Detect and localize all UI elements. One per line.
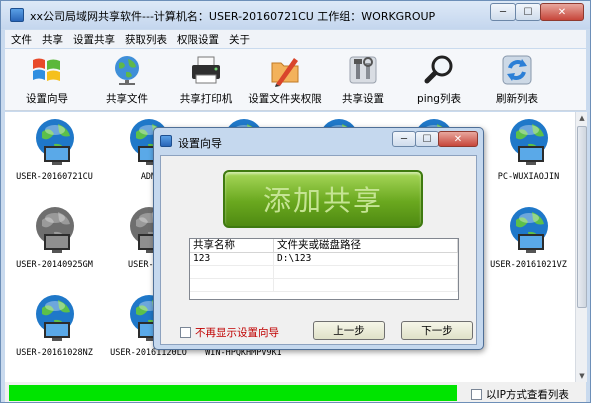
toolbar-label: 共享设置 xyxy=(342,93,384,105)
computer-label: USER-20140925GM xyxy=(16,260,93,270)
progress-bar xyxy=(9,385,457,401)
computer-online-icon xyxy=(30,292,80,344)
dialog-body: 添加共享 共享名称 文件夹或磁盘路径 123 D:\123 不再显示设置向导 上… xyxy=(160,155,477,345)
vertical-scrollbar[interactable]: ▲ ▼ xyxy=(575,112,587,382)
computer-label: USER-20161021VZ xyxy=(490,260,567,270)
toolbar-label: 设置向导 xyxy=(26,93,68,105)
computer-item[interactable]: USER-20160721CU xyxy=(7,116,102,182)
header-folder-path[interactable]: 文件夹或磁盘路径 xyxy=(274,239,458,252)
share-file-tool-button[interactable]: 共享文件 xyxy=(97,51,157,109)
dialog-close-button[interactable]: ✕ xyxy=(438,131,478,147)
table-header: 共享名称 文件夹或磁盘路径 xyxy=(190,239,458,253)
globe-icon xyxy=(110,53,144,87)
no-show-checkbox[interactable]: 不再显示设置向导 xyxy=(180,325,279,340)
ip-view-label: 以IP方式查看列表 xyxy=(486,389,569,401)
toolbar-label: 共享文件 xyxy=(106,93,148,105)
app-icon xyxy=(10,8,24,22)
prev-button[interactable]: 上一步 xyxy=(313,321,385,340)
progress-fill xyxy=(9,385,457,401)
folder-permission-tool-button[interactable]: 设置文件夹权限 xyxy=(245,51,325,109)
window-title: xx公司局域网共享软件---计算机名：USER-20160721CU 工作组：W… xyxy=(30,10,436,23)
computer-item[interactable]: USER-20161028NZ xyxy=(7,292,102,358)
title-bar[interactable]: xx公司局域网共享软件---计算机名：USER-20160721CU 工作组：W… xyxy=(1,1,590,29)
table-row-empty xyxy=(190,266,458,279)
menu-set-share[interactable]: 设置共享 xyxy=(73,32,115,47)
windows-flag-icon xyxy=(30,53,64,87)
setup-wizard-dialog: 设置向导 ─ ☐ ✕ 添加共享 共享名称 文件夹或磁盘路径 123 D:\123… xyxy=(153,127,484,350)
computer-item[interactable]: USER-20161021VZ xyxy=(481,204,576,270)
maximize-button[interactable]: ☐ xyxy=(515,3,541,21)
computer-item[interactable]: PC-WUXIAOJIN xyxy=(481,116,576,182)
refresh-list-tool-button[interactable]: 刷新列表 xyxy=(487,51,547,109)
header-share-name[interactable]: 共享名称 xyxy=(190,239,274,252)
menu-about[interactable]: 关于 xyxy=(229,32,250,47)
scroll-up-icon[interactable]: ▲ xyxy=(578,114,586,122)
close-button[interactable]: ✕ xyxy=(540,3,584,21)
toolbar-label: ping列表 xyxy=(417,93,461,105)
magnifier-icon xyxy=(422,53,456,87)
dialog-maximize-button[interactable]: ☐ xyxy=(415,131,439,147)
tools-icon xyxy=(346,53,380,87)
dialog-title: 设置向导 xyxy=(178,137,222,150)
scroll-down-icon[interactable]: ▼ xyxy=(578,372,586,380)
share-settings-tool-button[interactable]: 共享设置 xyxy=(333,51,393,109)
computer-online-icon xyxy=(504,116,554,168)
checkbox-box[interactable] xyxy=(180,327,191,338)
add-share-button[interactable]: 添加共享 xyxy=(223,170,423,228)
ip-view-checkbox[interactable]: 以IP方式查看列表 xyxy=(471,387,569,402)
menu-bar: 文件 共享 设置共享 获取列表 权限设置 关于 xyxy=(5,30,586,48)
computer-offline-icon xyxy=(30,204,80,256)
refresh-icon xyxy=(500,53,534,87)
printer-icon xyxy=(189,53,223,87)
computer-online-icon xyxy=(30,116,80,168)
minimize-button[interactable]: ─ xyxy=(490,3,516,21)
no-show-label: 不再显示设置向导 xyxy=(195,327,279,339)
computer-label: PC-WUXIAOJIN xyxy=(497,172,560,182)
menu-get-list[interactable]: 获取列表 xyxy=(125,32,167,47)
next-button[interactable]: 下一步 xyxy=(401,321,473,340)
wizard-tool-button[interactable]: 设置向导 xyxy=(17,51,77,109)
share-table: 共享名称 文件夹或磁盘路径 123 D:\123 xyxy=(189,238,459,300)
share-printer-tool-button[interactable]: 共享打印机 xyxy=(173,51,239,109)
table-row-empty xyxy=(190,279,458,292)
computer-online-icon xyxy=(504,204,554,256)
computer-label: USER-20161028NZ xyxy=(16,348,93,358)
toolbar-label: 共享打印机 xyxy=(179,93,233,105)
checkbox-box[interactable] xyxy=(471,389,482,400)
folder-pen-icon xyxy=(268,53,302,87)
menu-share[interactable]: 共享 xyxy=(42,32,63,47)
toolbar-label: 刷新列表 xyxy=(496,93,538,105)
computer-item[interactable]: USER-20140925GM xyxy=(7,204,102,270)
table-row[interactable]: 123 D:\123 xyxy=(190,253,458,266)
toolbar: 设置向导 共享文件 共享打印机 设置文件夹权限 共享设置 ping列表 刷新列表 xyxy=(5,49,586,111)
scroll-thumb[interactable] xyxy=(577,126,587,308)
computer-label: USER-20160721CU xyxy=(16,172,93,182)
menu-permissions[interactable]: 权限设置 xyxy=(177,32,219,47)
dialog-title-bar[interactable]: 设置向导 ─ ☐ ✕ xyxy=(154,128,483,154)
cell-folder-path: D:\123 xyxy=(274,253,458,265)
ping-list-tool-button[interactable]: ping列表 xyxy=(409,51,469,109)
dialog-minimize-button[interactable]: ─ xyxy=(392,131,416,147)
dialog-app-icon xyxy=(160,135,172,147)
menu-file[interactable]: 文件 xyxy=(11,32,32,47)
cell-share-name: 123 xyxy=(190,253,274,265)
toolbar-label: 设置文件夹权限 xyxy=(248,93,322,105)
